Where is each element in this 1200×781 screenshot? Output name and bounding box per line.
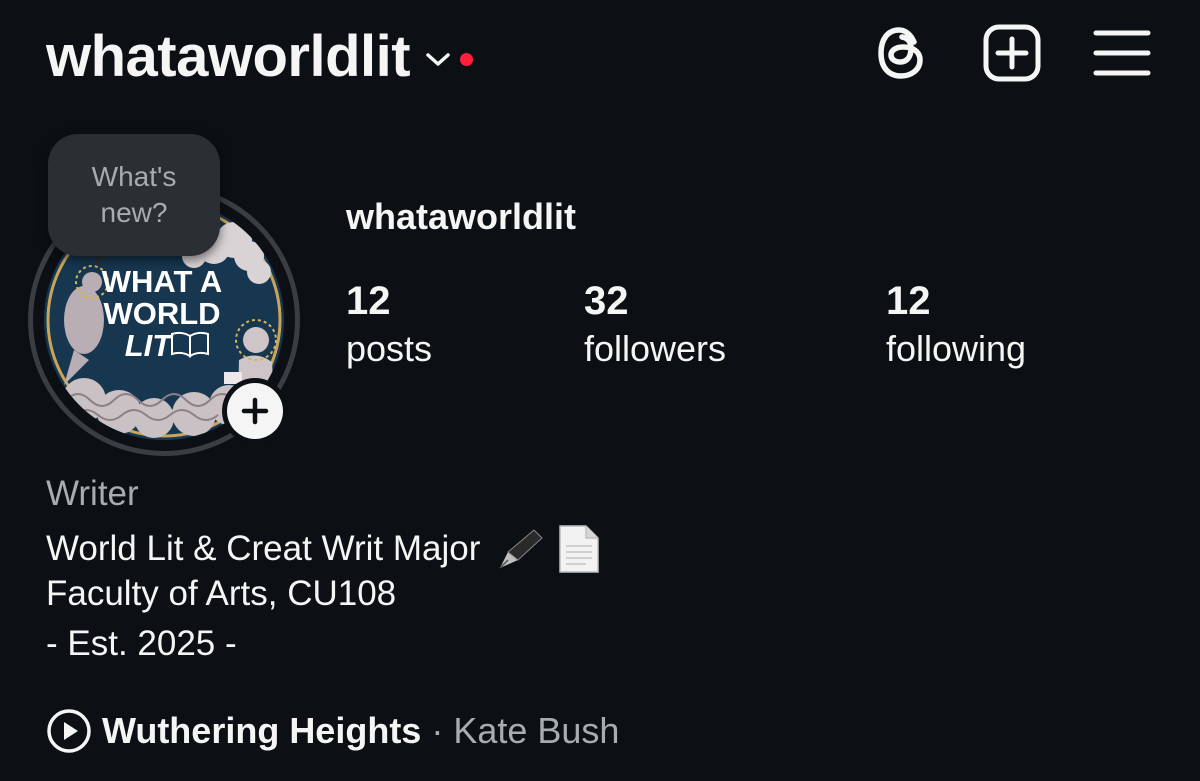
following-label: following <box>886 328 1027 369</box>
menu-icon[interactable] <box>1092 22 1152 84</box>
notification-dot <box>460 52 474 66</box>
account-switcher[interactable]: whataworldlit <box>46 22 474 92</box>
following-count: 12 <box>886 279 931 323</box>
followers-label: followers <box>584 328 727 369</box>
bio-line-2: Faculty of Arts, CU108 <box>46 574 397 613</box>
header-username[interactable]: whataworldlit <box>46 22 411 92</box>
fountain-pen-icon <box>499 529 544 569</box>
threads-icon[interactable] <box>872 22 932 84</box>
whats-new-bubble[interactable]: What's new? <box>48 134 220 256</box>
stat-following[interactable]: 12 following <box>886 278 1026 374</box>
posts-label: posts <box>346 328 433 369</box>
bio-line-1: World Lit & Creat Writ Major <box>46 524 600 574</box>
page-facing-up-icon <box>559 525 600 573</box>
play-circle-icon[interactable] <box>46 708 92 754</box>
posts-count: 12 <box>346 279 391 323</box>
add-story-button[interactable] <box>222 378 288 444</box>
avatar-logo-line1: WHAT A <box>102 264 223 299</box>
header-actions <box>872 22 1152 84</box>
bio-line-1-text: World Lit & Creat Writ Major <box>46 529 481 568</box>
profile-name: whataworldlit <box>346 196 577 237</box>
profile-music[interactable]: Wuthering Heights · Kate Bush <box>46 708 619 754</box>
stat-followers[interactable]: 32 followers <box>584 278 726 374</box>
bio-line-3: - Est. 2025 - <box>46 624 237 663</box>
profile-category: Writer <box>46 474 139 513</box>
followers-count: 32 <box>584 279 629 323</box>
plus-icon <box>227 383 283 439</box>
whats-new-text: What's new? <box>91 161 177 228</box>
song-artist: Kate Bush <box>453 710 620 751</box>
avatar-logo-line2: WORLD <box>103 296 220 331</box>
avatar-logo-line3: LIT <box>125 328 175 363</box>
new-post-icon[interactable] <box>982 22 1042 84</box>
music-separator: · <box>431 710 444 751</box>
song-title: Wuthering Heights <box>102 710 422 751</box>
stat-posts[interactable]: 12 posts <box>346 278 432 374</box>
chevron-down-icon[interactable] <box>424 46 452 74</box>
